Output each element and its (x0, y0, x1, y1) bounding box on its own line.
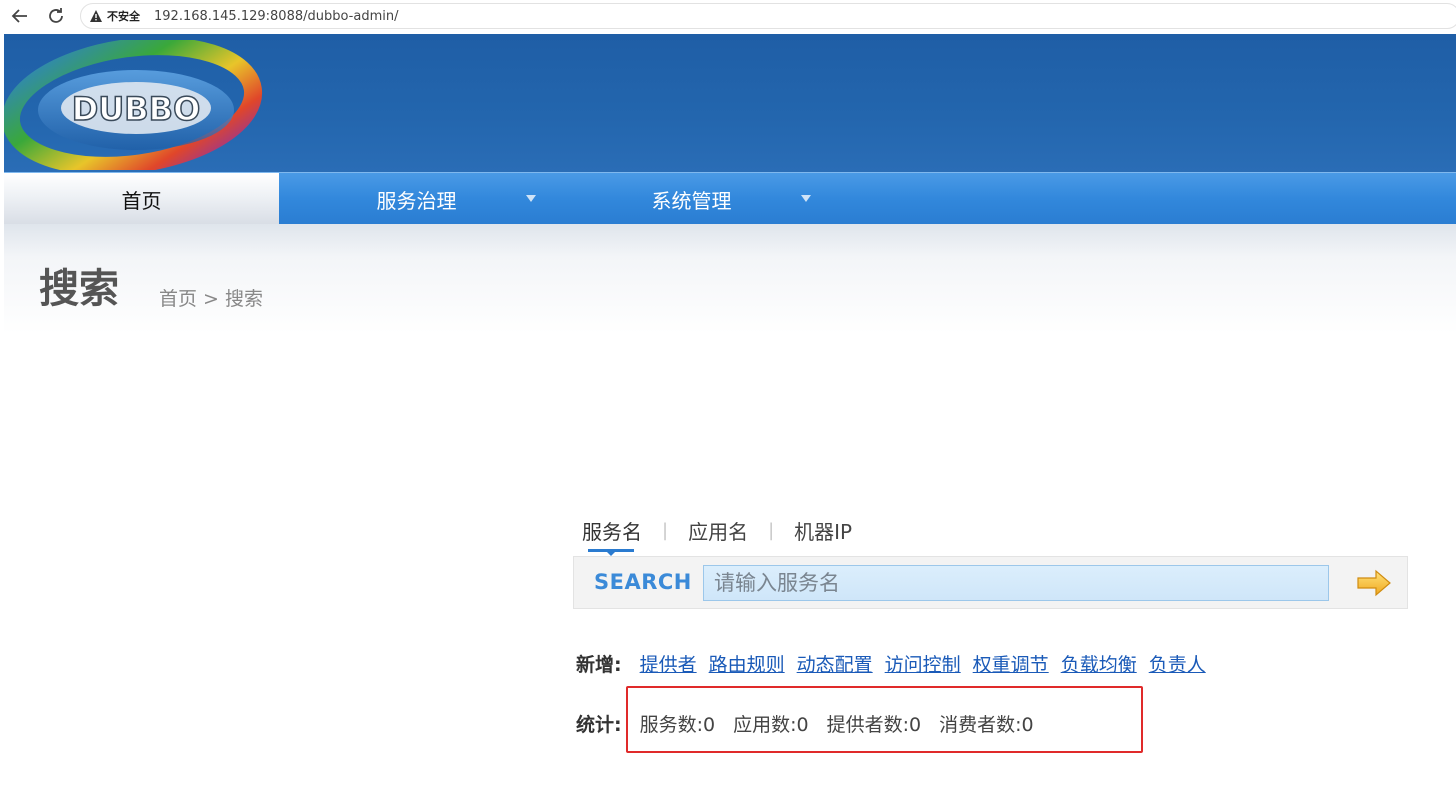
menu-item-home[interactable]: 首页 (4, 173, 279, 225)
page-title: 搜索 (39, 266, 119, 312)
dubbo-logo[interactable]: DUBBO (4, 37, 266, 172)
search-box: SEARCH (573, 556, 1408, 609)
add-links-row: 新增: 提供者 路由规则 动态配置 访问控制 权重调节 负载均衡 负责人 (576, 648, 1218, 678)
header-banner: DUBBO (4, 34, 1456, 172)
search-label: SEARCH (594, 570, 692, 594)
add-provider-link[interactable]: 提供者 (640, 650, 697, 677)
search-type-tabs: 服务名 | 应用名 | 机器IP (582, 510, 852, 556)
main-menu: 首页 服务治理 系统管理 (4, 172, 1456, 225)
tab-service-name[interactable]: 服务名 (582, 516, 642, 556)
menu-item-system-management[interactable]: 系统管理 (554, 173, 829, 225)
stats-label: 统计: (576, 713, 622, 736)
tab-separator: | (662, 519, 669, 541)
address-bar[interactable]: 不安全 192.168.145.129:8088/dubbo-admin/ (80, 3, 1456, 29)
tab-machine-ip[interactable]: 机器IP (794, 516, 852, 545)
menu-item-label: 服务治理 (376, 188, 457, 213)
stats-highlight-box (626, 686, 1143, 753)
add-route-rule-link[interactable]: 路由规则 (709, 650, 785, 677)
add-owner-link[interactable]: 负责人 (1149, 650, 1206, 677)
search-input[interactable] (703, 565, 1329, 601)
reload-icon[interactable] (44, 4, 68, 28)
logo-text: DUBBO (72, 90, 201, 128)
back-arrow-icon[interactable] (8, 4, 32, 28)
dropdown-caret-icon (526, 195, 536, 202)
add-weight-adjust-link[interactable]: 权重调节 (973, 650, 1049, 677)
add-dynamic-config-link[interactable]: 动态配置 (797, 650, 873, 677)
title-band: 搜索 首页 > 搜索 (4, 224, 1456, 334)
dropdown-caret-icon (801, 195, 811, 202)
add-access-control-link[interactable]: 访问控制 (885, 650, 961, 677)
tab-separator: | (768, 519, 775, 541)
menu-item-label: 首页 (121, 188, 162, 213)
breadcrumb: 首页 > 搜索 (159, 288, 263, 310)
search-go-arrow-icon[interactable] (1354, 568, 1394, 598)
tab-application-name[interactable]: 应用名 (688, 516, 748, 545)
browser-toolbar: 不安全 192.168.145.129:8088/dubbo-admin/ (0, 0, 1456, 32)
url-text[interactable]: 192.168.145.129:8088/dubbo-admin/ (154, 9, 399, 24)
insecure-label[interactable]: 不安全 (107, 8, 140, 24)
warning-icon[interactable] (89, 9, 103, 23)
add-load-balance-link[interactable]: 负载均衡 (1061, 650, 1137, 677)
menu-item-label: 系统管理 (651, 188, 732, 213)
add-label: 新增: (576, 653, 622, 676)
menu-item-service-governance[interactable]: 服务治理 (279, 173, 554, 225)
dubbo-admin-app: DUBBO 首页 服务治理 系统管理 搜索 首页 > 搜索 服务名 | 应用名 … (4, 34, 1456, 794)
